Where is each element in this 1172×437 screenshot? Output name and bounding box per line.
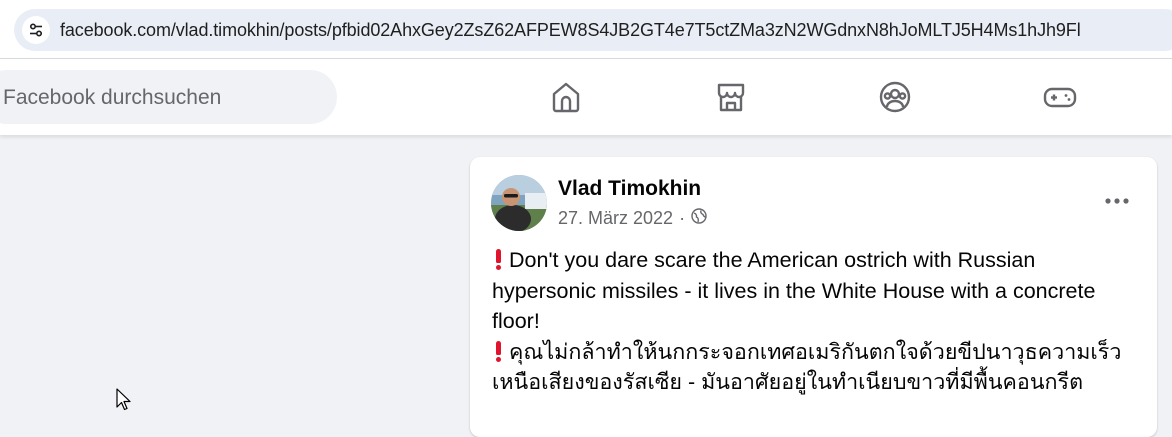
search-placeholder: Facebook durchsuchen [3, 86, 222, 109]
gaming-icon[interactable] [1042, 79, 1078, 115]
post-line-thai: คุณไม่กล้าทำให้นกกระจอกเทศอเมริกันตกใจด้… [492, 337, 1142, 398]
address-bar[interactable]: facebook.com/vlad.timokhin/posts/pfbid02… [14, 9, 1172, 51]
home-icon[interactable] [548, 79, 584, 115]
mouse-cursor-icon [116, 388, 132, 412]
groups-icon[interactable] [877, 79, 913, 115]
author-avatar[interactable] [491, 175, 547, 231]
search-input[interactable]: Facebook durchsuchen [0, 70, 337, 124]
post-line-text: คุณไม่กล้าทำให้นกกระจอกเทศอเมริกันตกใจด้… [492, 339, 1122, 395]
more-icon[interactable] [1101, 189, 1133, 213]
marketplace-icon[interactable] [713, 79, 749, 115]
post-meta: 27. März 2022 · [558, 208, 707, 229]
post-text: Don't you dare scare the American ostric… [492, 245, 1142, 398]
post-line-text: Don't you dare scare the American ostric… [492, 248, 1096, 334]
post-line-english: Don't you dare scare the American ostric… [492, 245, 1142, 337]
exclamation-icon [492, 249, 505, 270]
exclamation-icon [492, 340, 505, 362]
browser-toolbar: facebook.com/vlad.timokhin/posts/pfbid02… [0, 0, 1172, 59]
post-date[interactable]: 27. März 2022 [558, 208, 673, 229]
post-card: Vlad Timokhin 27. März 2022 · Don't you … [470, 157, 1157, 437]
globe-icon [691, 208, 707, 229]
tune-icon[interactable] [22, 16, 50, 44]
meta-separator: · [679, 208, 686, 228]
author-name[interactable]: Vlad Timokhin [558, 177, 701, 201]
url-text[interactable]: facebook.com/vlad.timokhin/posts/pfbid02… [60, 20, 1081, 41]
facebook-header: Facebook durchsuchen [0, 59, 1172, 135]
